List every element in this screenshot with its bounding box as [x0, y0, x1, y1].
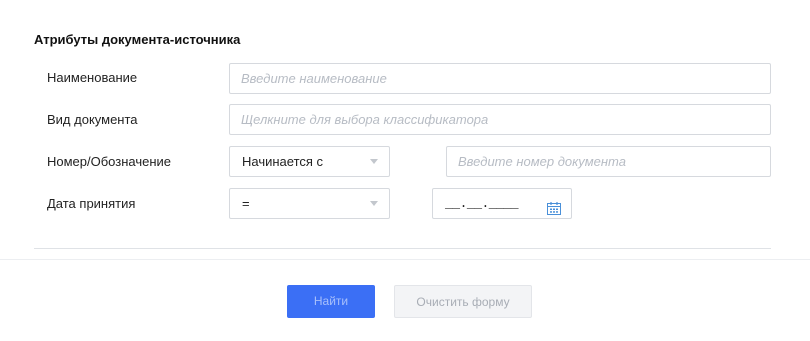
number-match-mode-select[interactable]: Начинается с — [229, 146, 390, 177]
date-input[interactable]: __.__.____ — [432, 188, 572, 219]
number-label: Номер/Обозначение — [47, 154, 172, 169]
calendar-icon[interactable] — [547, 197, 561, 215]
date-label: Дата принятия — [47, 196, 136, 211]
date-operator-value: = — [242, 196, 250, 211]
document-source-form: Атрибуты документа-источника Наименовани… — [0, 0, 810, 341]
doc-type-classifier-input[interactable]: Щелкните для выбора классификатора — [229, 104, 771, 135]
doc-type-placeholder: Щелкните для выбора классификатора — [241, 112, 489, 127]
section-title: Атрибуты документа-источника — [34, 32, 241, 47]
chevron-down-icon — [370, 201, 378, 206]
name-placeholder: Введите наименование — [241, 71, 387, 86]
doc-type-label: Вид документа — [47, 112, 138, 127]
number-match-mode-value: Начинается с — [242, 154, 324, 169]
clear-form-button[interactable]: Очистить форму — [394, 285, 532, 318]
number-input[interactable]: Введите номер документа — [446, 146, 771, 177]
name-label: Наименование — [47, 70, 138, 85]
search-button[interactable]: Найти — [287, 285, 375, 318]
name-input[interactable]: Введите наименование — [229, 63, 771, 94]
section-divider — [34, 248, 771, 249]
date-operator-select[interactable]: = — [229, 188, 390, 219]
chevron-down-icon — [370, 159, 378, 164]
date-mask: __.__.____ — [445, 196, 519, 211]
footer-divider — [0, 259, 810, 260]
number-placeholder: Введите номер документа — [458, 154, 626, 169]
